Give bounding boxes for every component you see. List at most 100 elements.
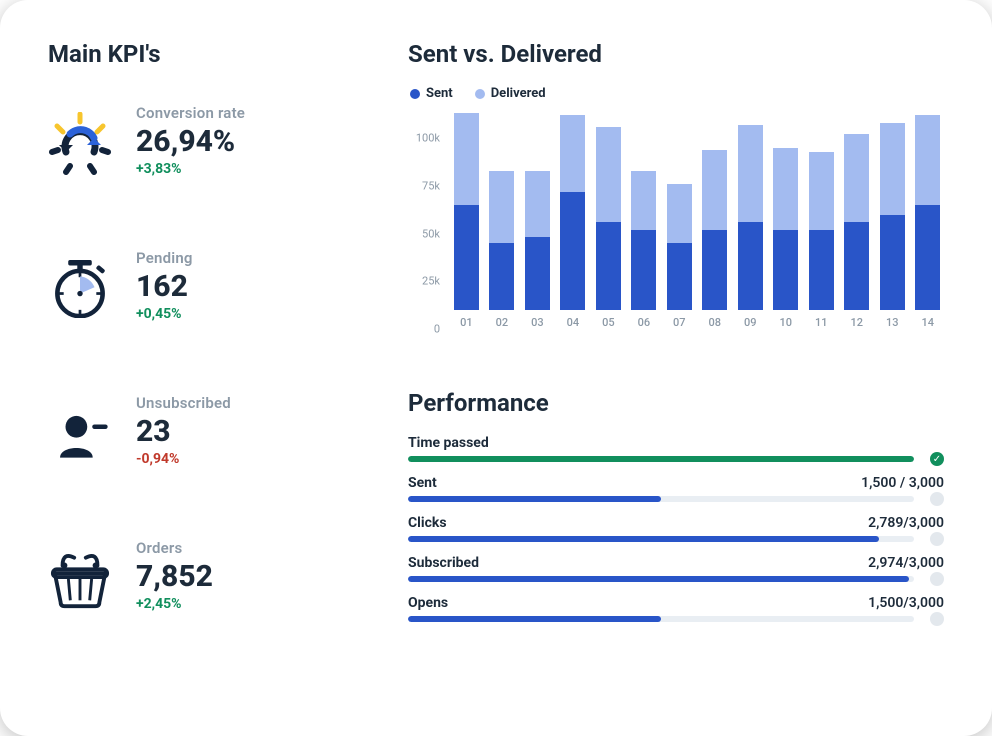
perf-sent: Sent 1,500 / 3,000 xyxy=(408,475,944,502)
perf-clicks: Clicks 2,789/3,000 xyxy=(408,515,944,542)
bar-segment-delivered xyxy=(667,184,692,243)
kpi-unsub: Unsubscribed23-0,94% xyxy=(48,394,358,467)
bar-segment-delivered xyxy=(809,152,834,230)
perf-fill xyxy=(408,616,661,622)
perf-fill xyxy=(408,496,661,502)
perf-track xyxy=(408,616,914,622)
bar-x-label: 05 xyxy=(602,316,615,329)
clock-icon xyxy=(48,257,112,321)
kpi-label: Unsubscribed xyxy=(136,394,231,412)
bar-segment-delivered xyxy=(454,113,479,205)
chart-heading: Sent vs. Delivered xyxy=(408,40,944,68)
bar-segment-sent xyxy=(454,205,479,310)
perf-status-dot: ✓ xyxy=(930,452,944,466)
bar-segment-sent xyxy=(880,215,905,310)
perf-value: 1,500/3,000 xyxy=(868,595,944,611)
y-tick: 25k xyxy=(422,275,440,288)
perf-value: 2,789/3,000 xyxy=(868,515,944,531)
bar-segment-delivered xyxy=(596,127,621,222)
chart-legend: Sent Delivered xyxy=(410,86,944,101)
y-tick: 75k xyxy=(422,179,440,192)
legend-label-sent: Sent xyxy=(426,86,453,101)
legend-label-delivered: Delivered xyxy=(491,86,546,101)
bar-12: 12 xyxy=(844,134,869,329)
bar-x-label: 06 xyxy=(638,316,651,329)
performance-heading: Performance xyxy=(408,389,944,417)
perf-label: Clicks xyxy=(408,515,447,531)
dashboard-card: Main KPI's Conversion rate26,94%+3,83%Pe… xyxy=(0,0,992,736)
bar-14: 14 xyxy=(915,115,940,329)
kpi-label: Pending xyxy=(136,249,193,267)
perf-track xyxy=(408,456,914,462)
bar-x-label: 10 xyxy=(780,316,793,329)
bar-08: 08 xyxy=(702,150,727,329)
bar-segment-sent xyxy=(809,230,834,310)
kpi-change: +3,83% xyxy=(136,161,245,177)
bar-x-label: 08 xyxy=(709,316,722,329)
bar-segment-delivered xyxy=(702,150,727,230)
bar-segment-delivered xyxy=(489,171,514,244)
bar-x-label: 14 xyxy=(921,316,934,329)
bar-segment-delivered xyxy=(738,125,763,222)
bar-segment-sent xyxy=(489,243,514,310)
bar-segment-delivered xyxy=(560,115,585,191)
kpi-conversion: Conversion rate26,94%+3,83% xyxy=(48,104,358,177)
bar-segment-delivered xyxy=(773,148,798,230)
perf-label: Sent xyxy=(408,475,437,491)
bar-x-label: 03 xyxy=(531,316,544,329)
bar-segment-delivered xyxy=(844,134,869,222)
y-tick: 0 xyxy=(434,323,440,336)
chart: 100k75k50k25k0 0102030405060708091011121… xyxy=(408,119,944,349)
perf-label: Opens xyxy=(408,595,448,611)
legend-dot-sent xyxy=(410,89,420,99)
kpi-label: Conversion rate xyxy=(136,104,245,122)
refresh-icon xyxy=(48,112,112,176)
bar-01: 01 xyxy=(454,113,479,329)
kpi-change: +0,45% xyxy=(136,306,193,322)
kpi-change: -0,94% xyxy=(136,451,231,467)
bar-02: 02 xyxy=(489,171,514,329)
chart-plot-area: 0102030405060708091011121314 xyxy=(450,119,944,329)
kpi-orders: Orders7,852+2,45% xyxy=(48,539,358,612)
bar-segment-sent xyxy=(596,222,621,310)
bar-09: 09 xyxy=(738,125,763,329)
bar-x-label: 11 xyxy=(815,316,828,329)
bar-segment-sent xyxy=(773,230,798,310)
bar-x-label: 07 xyxy=(673,316,686,329)
bar-segment-sent xyxy=(738,222,763,310)
bar-06: 06 xyxy=(631,171,656,329)
bar-x-label: 09 xyxy=(744,316,757,329)
perf-fill xyxy=(408,576,909,582)
perf-value: 1,500 / 3,000 xyxy=(861,475,944,491)
legend-dot-delivered xyxy=(475,89,485,99)
kpi-value: 23 xyxy=(136,412,231,451)
legend-delivered: Delivered xyxy=(475,86,546,101)
bar-segment-sent xyxy=(560,192,585,310)
bar-04: 04 xyxy=(560,115,585,329)
perf-status-dot xyxy=(930,572,944,586)
perf-opens: Opens 1,500/3,000 xyxy=(408,595,944,622)
bar-x-label: 04 xyxy=(567,316,580,329)
bar-05: 05 xyxy=(596,127,621,329)
perf-value: 2,974/3,000 xyxy=(868,555,944,571)
legend-sent: Sent xyxy=(410,86,453,101)
perf-track xyxy=(408,576,914,582)
kpi-value: 162 xyxy=(136,267,193,306)
bar-segment-sent xyxy=(525,237,550,310)
y-tick: 100k xyxy=(416,132,440,145)
performance-list: Time passed✓ Sent 1,500 / 3,000 Clicks 2,789… xyxy=(408,435,944,635)
bar-segment-sent xyxy=(915,205,940,310)
user-minus-icon xyxy=(48,402,112,466)
bar-segment-delivered xyxy=(880,123,905,215)
bar-segment-sent xyxy=(667,243,692,310)
bar-segment-delivered xyxy=(631,171,656,230)
perf-subscribed: Subscribed2,974/3,000 xyxy=(408,555,944,582)
perf-status-dot xyxy=(930,612,944,626)
bar-11: 11 xyxy=(809,152,834,329)
perf-fill xyxy=(408,456,914,462)
perf-time-passed: Time passed✓ xyxy=(408,435,944,462)
kpi-value: 26,94% xyxy=(136,122,245,161)
kpi-value: 7,852 xyxy=(136,557,213,596)
bar-segment-sent xyxy=(631,230,656,310)
bar-segment-sent xyxy=(702,230,727,310)
